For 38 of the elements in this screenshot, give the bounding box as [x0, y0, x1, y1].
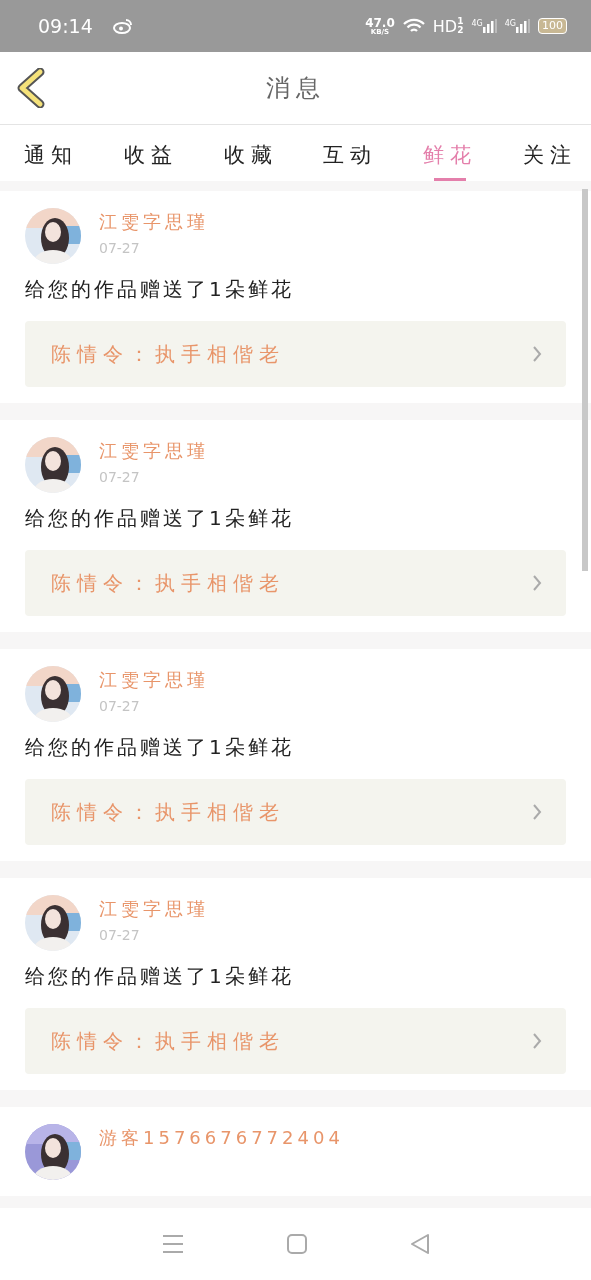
sim-number: 1	[457, 17, 464, 26]
message-date: 07-27	[99, 927, 141, 943]
chevron-right-icon	[532, 345, 542, 363]
battery-indicator: 100	[538, 18, 567, 34]
wifi-icon	[402, 18, 425, 34]
page-title: 消息	[265, 73, 326, 104]
chevron-right-icon	[532, 803, 542, 821]
home-icon[interactable]	[286, 1234, 307, 1254]
tab[interactable]: 收藏	[223, 125, 278, 181]
sender-name: 江雯字思瑾	[99, 439, 209, 463]
message-text: 给您的作品赠送了1朵鲜花	[25, 734, 295, 761]
tab[interactable]: 收益	[123, 125, 178, 181]
speed-value: 47.0	[365, 16, 395, 29]
network-label: 4G	[504, 19, 516, 28]
sender-name: 游客1576676772404	[99, 1126, 344, 1150]
back-triangle-icon[interactable]	[409, 1233, 430, 1255]
message-text: 给您的作品赠送了1朵鲜花	[25, 505, 295, 532]
signal-icon	[482, 19, 497, 33]
menu-icon[interactable]	[161, 1234, 184, 1254]
sim-number: 2	[457, 26, 464, 35]
tab[interactable]: 关注	[523, 125, 577, 181]
back-icon[interactable]	[16, 68, 46, 108]
tab[interactable]: 互动	[323, 125, 378, 181]
sender-name: 江雯字思瑾	[99, 668, 209, 692]
message-date: 07-27	[99, 469, 141, 485]
message-text: 给您的作品赠送了1朵鲜花	[25, 963, 295, 990]
chevron-right-icon	[532, 574, 542, 592]
message-text: 给您的作品赠送了1朵鲜花	[25, 276, 295, 303]
tab[interactable]: 通知	[24, 125, 78, 181]
network-label: 4G	[471, 19, 483, 28]
message-date: 07-27	[99, 240, 141, 256]
sender-name: 江雯字思瑾	[99, 210, 209, 234]
sender-name: 江雯字思瑾	[99, 897, 209, 921]
chevron-right-icon	[532, 1032, 542, 1050]
clock: 09:14	[38, 15, 93, 37]
signal-icon	[516, 19, 530, 33]
message-date: 07-27	[99, 698, 141, 714]
hd-label: HD	[432, 16, 458, 36]
